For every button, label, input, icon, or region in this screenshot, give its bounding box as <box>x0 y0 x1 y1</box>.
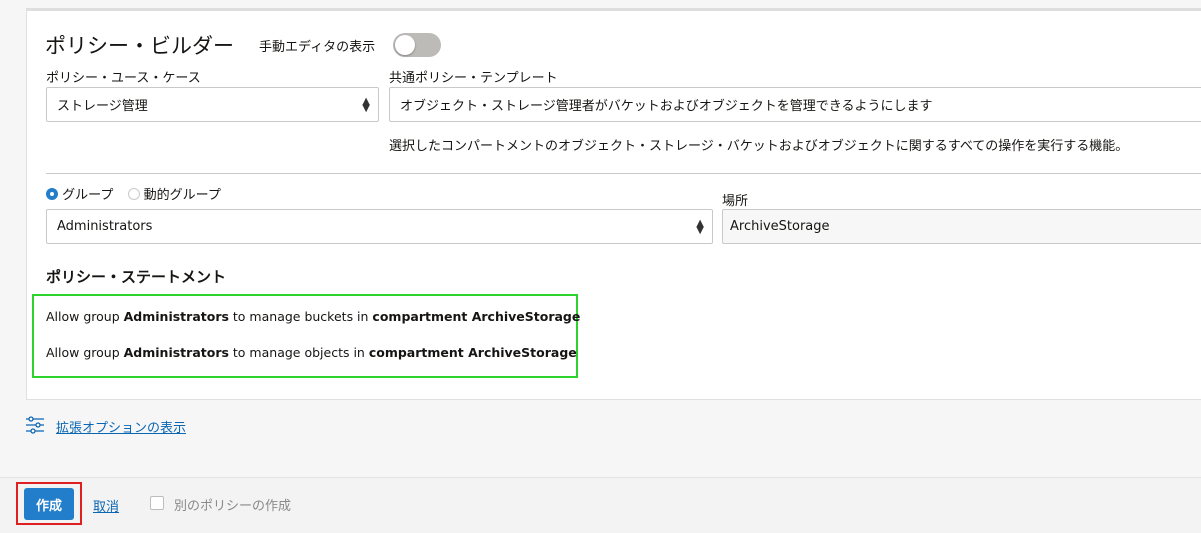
radio-empty-icon <box>127 188 140 200</box>
statements-heading: ポリシー・ステートメント <box>46 268 227 286</box>
template-label: 共通ポリシー・テンプレート <box>389 71 558 86</box>
policy-statement: Allow group Administrators to manage obj… <box>46 345 577 360</box>
radio-group-label: グループ <box>62 188 114 203</box>
radio-dynamic-group[interactable]: 動的グループ <box>127 188 221 203</box>
location-value: ArchiveStorage <box>730 219 830 234</box>
radio-group[interactable]: グループ <box>46 188 113 203</box>
create-another-checkbox[interactable] <box>150 496 164 510</box>
page-title: ポリシー・ビルダー <box>45 34 234 58</box>
statements-highlight <box>32 294 578 378</box>
location-field[interactable]: ArchiveStorage <box>722 209 1201 244</box>
create-another-label: 別のポリシーの作成 <box>174 499 292 514</box>
divider <box>46 173 1201 174</box>
sliders-icon[interactable] <box>25 416 45 434</box>
radio-dynamic-group-label: 動的グループ <box>143 188 221 203</box>
use-case-select[interactable]: ストレージ管理 ▲ ▼ <box>46 87 379 122</box>
advanced-options-link[interactable]: 拡張オプションの表示 <box>56 417 186 436</box>
chevron-updown-icon: ▲ ▼ <box>696 217 704 236</box>
manual-editor-toggle[interactable] <box>393 33 441 57</box>
template-description: 選択したコンパートメントのオブジェクト・ストレージ・バケットおよびオブジェクトに… <box>389 139 1129 154</box>
use-case-value: ストレージ管理 <box>57 99 148 114</box>
radio-selected-icon <box>46 188 58 200</box>
template-value: オブジェクト・ストレージ管理者がバケットおよびオブジェクトを管理できるようにしま… <box>400 99 933 114</box>
chevron-updown-icon: ▲ ▼ <box>362 95 370 114</box>
template-select[interactable]: オブジェクト・ストレージ管理者がバケットおよびオブジェクトを管理できるようにしま… <box>389 87 1201 122</box>
create-button[interactable]: 作成 <box>24 488 74 520</box>
group-type-radios: グループ 動的グループ <box>46 184 221 203</box>
cancel-link[interactable]: 取消 <box>93 496 119 515</box>
group-select[interactable]: Administrators ▲ ▼ <box>46 209 713 244</box>
location-label: 場所 <box>722 194 749 209</box>
toggle-knob <box>395 35 415 55</box>
policy-statement: Allow group Administrators to manage buc… <box>46 309 581 324</box>
manual-editor-label: 手動エディタの表示 <box>259 40 376 55</box>
group-value: Administrators <box>57 219 153 234</box>
use-case-label: ポリシー・ユース・ケース <box>46 71 201 86</box>
